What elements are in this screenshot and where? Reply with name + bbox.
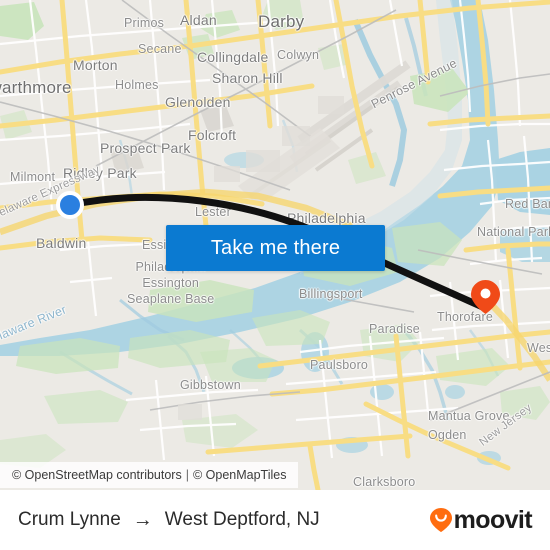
attribution-osm[interactable]: © OpenStreetMap contributors xyxy=(12,468,182,482)
trip-origin-label: Crum Lynne xyxy=(18,509,121,530)
trip-destination-label: West Deptford, NJ xyxy=(164,509,320,530)
moovit-pin-icon xyxy=(429,508,452,532)
moovit-trip-map-screen: Primos Aldan Darby Secane Collingdale Colwyn M… xyxy=(0,0,550,550)
moovit-logo[interactable]: moovit xyxy=(429,505,533,534)
attribution-openmaptiles[interactable]: © OpenMapTiles xyxy=(193,468,287,482)
map-canvas[interactable]: Primos Aldan Darby Secane Collingdale Colwyn M… xyxy=(0,0,550,490)
arrow-right-icon: → xyxy=(132,509,153,531)
take-me-there-button[interactable]: Take me there xyxy=(166,225,385,271)
footer-bar: Crum Lynne → West Deptford, NJ moovit xyxy=(0,490,550,550)
trip-summary: Crum Lynne → West Deptford, NJ xyxy=(18,509,320,531)
map-attribution: © OpenStreetMap contributors | © OpenMap… xyxy=(0,462,299,488)
attribution-separator: | xyxy=(185,468,189,482)
moovit-wordmark: moovit xyxy=(453,505,533,534)
